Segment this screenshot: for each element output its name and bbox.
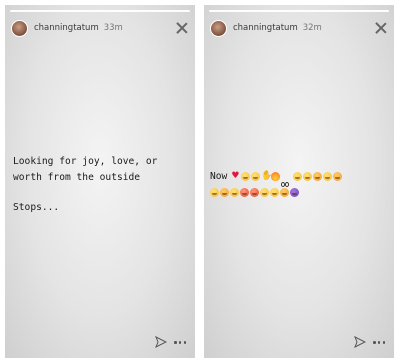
caption-prefix: Now <box>210 170 228 182</box>
grinning-icon <box>293 171 303 181</box>
emoji-caption: Now ♥ ✋ <box>210 169 385 201</box>
avatar[interactable] <box>11 19 28 37</box>
laughing-icon <box>270 187 279 197</box>
tongue-out-icon <box>323 171 333 181</box>
caption-line-3: Stops... <box>13 202 60 213</box>
caption-line-2: worth from the outside <box>13 172 141 183</box>
story-progress-bar <box>10 10 190 12</box>
username[interactable]: channingtatum <box>233 23 298 33</box>
grinning-squint-icon <box>251 171 261 181</box>
smiling-devil-icon <box>290 187 299 197</box>
send-icon[interactable] <box>354 336 366 348</box>
more-options-icon[interactable] <box>174 341 186 345</box>
steam-face-icon <box>220 187 229 197</box>
smiling-hearts-icon <box>313 171 323 181</box>
story-header: channingtatum 32m <box>210 17 388 39</box>
red-heart-icon: ♥ <box>231 170 240 181</box>
avatar[interactable] <box>210 19 227 37</box>
grimacing-icon <box>210 187 219 197</box>
story-progress-bar <box>209 10 389 12</box>
winking-kiss-icon <box>303 171 313 181</box>
sweat-smile-icon <box>260 187 269 197</box>
timestamp: 33m <box>103 23 123 33</box>
joy-tears-icon <box>230 187 239 197</box>
fire-icon <box>271 171 281 181</box>
emoji-row-1: Now ♥ ✋ <box>210 169 385 187</box>
grinning-sweat-icon <box>241 171 251 181</box>
timestamp: 32m <box>302 23 322 33</box>
eyes-icon <box>281 172 292 187</box>
story-panel-right[interactable]: channingtatum 32m Now ♥ ✋ <box>204 5 394 358</box>
caption-line-1: Looking for joy, love, or <box>13 156 158 167</box>
smiling-face-icon <box>280 187 289 197</box>
username[interactable]: channingtatum <box>34 23 99 33</box>
folded-hands-icon: ✋ <box>261 170 273 181</box>
story-header: channingtatum 33m <box>11 17 189 39</box>
story-panel-left[interactable]: channingtatum 33m Looking for joy, love,… <box>5 5 195 358</box>
angry-face-icon <box>240 187 249 197</box>
party-face-icon <box>333 171 343 181</box>
close-icon[interactable] <box>175 21 189 35</box>
pouting-face-icon <box>250 187 259 197</box>
more-options-icon[interactable] <box>373 341 385 345</box>
emoji-row-2 <box>210 185 385 199</box>
send-icon[interactable] <box>155 336 167 348</box>
close-icon[interactable] <box>374 21 388 35</box>
